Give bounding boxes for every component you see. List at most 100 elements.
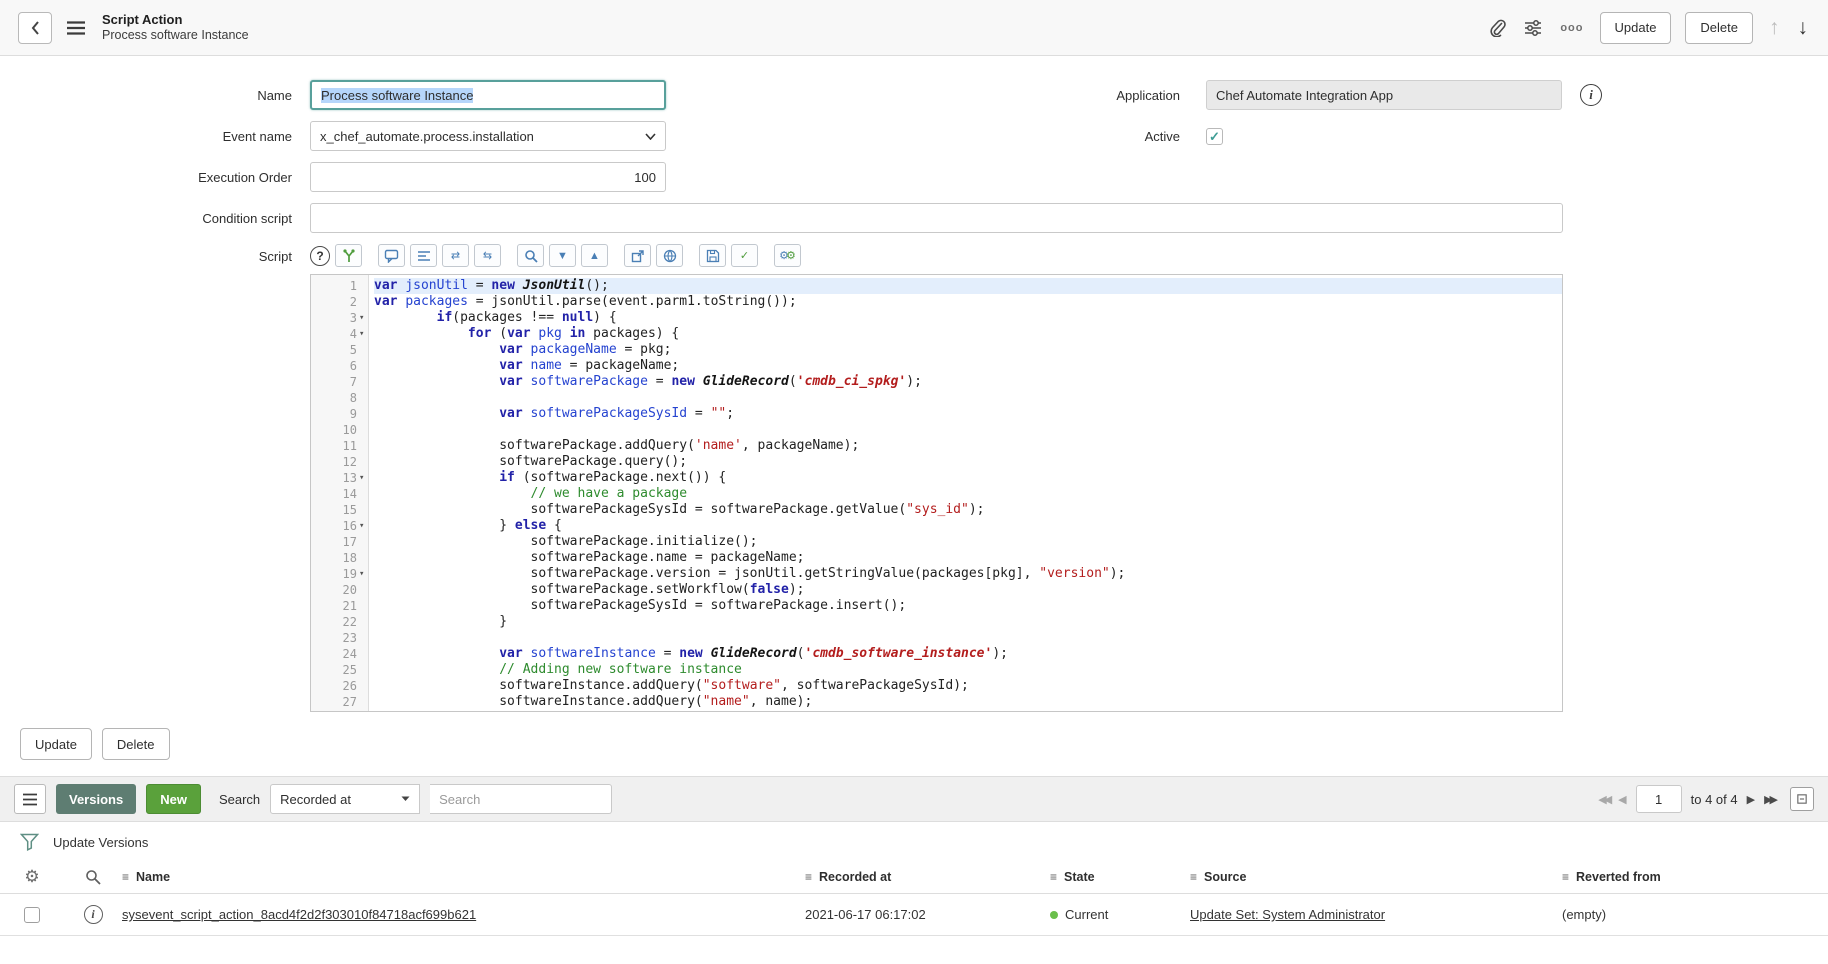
code-line: softwareInstance.addQuery("software", so… — [374, 678, 1562, 694]
column-header-state[interactable]: ≡ State — [1050, 870, 1190, 884]
code-line: if(packages !== null) { — [374, 310, 1562, 326]
list-search-input[interactable] — [430, 784, 612, 814]
breadcrumb[interactable]: Update Versions — [53, 835, 148, 850]
code-line: softwarePackageSysId = softwarePackage.g… — [374, 502, 1562, 518]
header-actions: ooo Update Delete ↑ ↓ — [1487, 12, 1810, 44]
code-line: var jsonUtil = new JsonUtil(); — [374, 278, 1562, 294]
list-menu-icon[interactable] — [14, 784, 46, 814]
fold-toggle-icon[interactable]: ▾ — [357, 470, 368, 486]
column-menu-icon: ≡ — [1050, 870, 1057, 884]
more-options-icon[interactable]: ooo — [1558, 20, 1585, 36]
name-label: Name — [0, 88, 310, 103]
line-number: 27 — [311, 694, 368, 710]
comment-icon[interactable] — [378, 244, 405, 267]
application-info-icon[interactable]: i — [1580, 84, 1602, 106]
line-number: 24 — [311, 646, 368, 662]
preferences-icon[interactable]: ⚙⚙ — [774, 244, 801, 267]
personalize-form-icon[interactable] — [1522, 18, 1544, 38]
code-line: if (softwarePackage.next()) { — [374, 470, 1562, 486]
line-number: 15 — [311, 502, 368, 518]
attachment-icon[interactable] — [1487, 17, 1508, 39]
fold-toggle-icon[interactable]: ▾ — [357, 518, 368, 534]
code-gutter[interactable]: 123▾4▾5678910111213▾141516▾171819▾202122… — [311, 275, 369, 711]
code-editor[interactable]: 123▾4▾5678910111213▾141516▾171819▾202122… — [310, 274, 1563, 712]
back-button[interactable] — [18, 12, 52, 44]
syntax-check-icon[interactable]: ✓ — [731, 244, 758, 267]
search-column-select[interactable]: Recorded at — [270, 784, 420, 814]
application-value: Chef Automate Integration App — [1216, 88, 1393, 103]
code-line: softwarePackage.query(); — [374, 454, 1562, 470]
line-number: 9 — [311, 406, 368, 422]
name-input[interactable]: Process software Instance — [310, 80, 666, 110]
line-number: 13▾ — [311, 470, 368, 486]
last-page-icon[interactable]: ▶▶ — [1764, 793, 1775, 806]
record-form: Name Process software Instance Applicati… — [0, 56, 1828, 712]
code-line: var softwareInstance = new GlideRecord('… — [374, 646, 1562, 662]
execution-order-input[interactable]: 100 — [310, 162, 666, 192]
scroll-down-icon[interactable]: ↓ — [1796, 15, 1811, 40]
first-page-icon[interactable]: ◀◀ — [1598, 793, 1609, 806]
condition-script-input[interactable] — [310, 203, 1563, 233]
context-menu-icon[interactable] — [64, 18, 88, 38]
fold-toggle-icon[interactable]: ▾ — [357, 566, 368, 582]
table-row: i sysevent_script_action_8acd4f2d2f30301… — [0, 894, 1828, 936]
delete-button[interactable]: Delete — [1685, 12, 1753, 44]
column-header-source[interactable]: ≡ Source — [1190, 870, 1562, 884]
format-code-icon[interactable] — [410, 244, 437, 267]
scripting-assistant-icon[interactable] — [335, 244, 362, 267]
update-button[interactable]: Update — [1600, 12, 1672, 44]
line-number: 7 — [311, 374, 368, 390]
active-checkbox[interactable]: ✓ — [1206, 128, 1223, 145]
code-line: softwarePackage.initialize(); — [374, 534, 1562, 550]
fold-toggle-icon[interactable]: ▾ — [357, 310, 368, 326]
application-label: Application — [666, 88, 1206, 103]
column-menu-icon: ≡ — [122, 870, 129, 884]
line-number: 11 — [311, 438, 368, 454]
fold-toggle-icon[interactable]: ▾ — [357, 326, 368, 342]
save-icon[interactable] — [699, 244, 726, 267]
state-cell: Current — [1050, 907, 1190, 922]
form-header: Script Action Process software Instance … — [0, 0, 1828, 56]
column-header-name[interactable]: ≡ Name — [122, 870, 805, 884]
fullscreen-icon[interactable] — [624, 244, 651, 267]
event-name-value: x_chef_automate.process.installation — [320, 129, 534, 144]
line-number: 12 — [311, 454, 368, 470]
page-number-input[interactable] — [1636, 785, 1682, 813]
find-previous-icon[interactable]: ▲ — [581, 244, 608, 267]
search-icon[interactable] — [517, 244, 544, 267]
code-line: } else { — [374, 518, 1562, 534]
help-icon[interactable]: ? — [310, 246, 330, 266]
replace-all-icon[interactable]: ⇆ — [474, 244, 501, 267]
recorded-at-cell: 2021-06-17 06:17:02 — [805, 907, 1050, 922]
code-line: var softwarePackageSysId = ""; — [374, 406, 1562, 422]
row-name-application: Name Process software Instance Applicati… — [0, 80, 1828, 110]
scroll-up-icon[interactable]: ↑ — [1767, 15, 1782, 40]
next-page-icon[interactable]: ▶ — [1747, 793, 1755, 806]
footer-update-button[interactable]: Update — [20, 728, 92, 760]
row-checkbox[interactable] — [24, 907, 40, 923]
new-button[interactable]: New — [146, 784, 201, 814]
filter-icon[interactable] — [20, 833, 39, 851]
column-header-recorded-at[interactable]: ≡ Recorded at — [805, 870, 1050, 884]
tab-versions[interactable]: Versions — [56, 784, 136, 814]
line-number: 1 — [311, 278, 368, 294]
info-icon[interactable]: i — [84, 905, 103, 924]
api-docs-icon[interactable] — [656, 244, 683, 267]
code-area[interactable]: var jsonUtil = new JsonUtil();var packag… — [369, 275, 1562, 711]
gear-icon[interactable]: ⚙ — [22, 865, 41, 889]
pop-out-list-icon[interactable] — [1790, 787, 1814, 811]
source-link[interactable]: Update Set: System Administrator — [1190, 907, 1385, 922]
replace-icon[interactable]: ⇄ — [442, 244, 469, 267]
line-number: 3▾ — [311, 310, 368, 326]
previous-page-icon[interactable]: ◀ — [1618, 793, 1626, 806]
code-line — [374, 390, 1562, 406]
line-number: 4▾ — [311, 326, 368, 342]
column-menu-icon: ≡ — [805, 870, 812, 884]
find-next-icon[interactable]: ▼ — [549, 244, 576, 267]
line-number: 23 — [311, 630, 368, 646]
footer-delete-button[interactable]: Delete — [102, 728, 170, 760]
version-record-link[interactable]: sysevent_script_action_8acd4f2d2f303010f… — [122, 907, 476, 922]
column-header-reverted-from[interactable]: ≡ Reverted from — [1562, 870, 1828, 884]
event-name-select[interactable]: x_chef_automate.process.installation — [310, 121, 666, 151]
list-search-icon[interactable] — [83, 867, 103, 887]
